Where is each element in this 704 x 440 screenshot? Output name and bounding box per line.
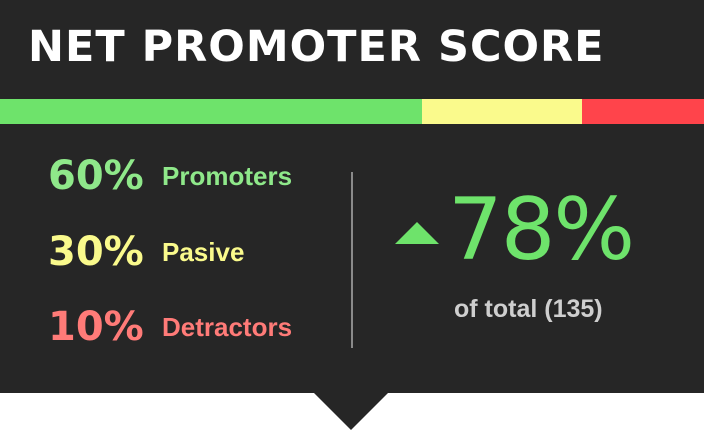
passive-row: 30% Pasive: [48, 229, 244, 275]
detractors-row: 10% Detractors: [48, 304, 292, 350]
detractors-segment: [582, 99, 704, 124]
detractors-percent: 10%: [48, 304, 144, 350]
divider: [351, 172, 353, 348]
passive-percent: 30%: [48, 229, 144, 275]
pointer-tail: [314, 393, 388, 430]
passive-label: Pasive: [162, 236, 245, 267]
card-title: NET PROMOTER SCORE: [28, 22, 605, 72]
promoters-row: 60% Promoters: [48, 153, 292, 199]
passive-segment: [422, 99, 583, 124]
nps-card: NET PROMOTER SCORE 60% Promoters 30% Pas…: [0, 0, 704, 393]
promoters-segment: [0, 99, 423, 124]
detractors-label: Detractors: [162, 311, 293, 342]
distribution-bar: [0, 99, 704, 124]
score-value: 78%: [448, 180, 635, 280]
score-caption: of total (135): [454, 295, 603, 323]
promoters-label: Promoters: [162, 160, 293, 191]
trend-up-icon: [395, 222, 439, 244]
promoters-percent: 60%: [48, 153, 144, 199]
